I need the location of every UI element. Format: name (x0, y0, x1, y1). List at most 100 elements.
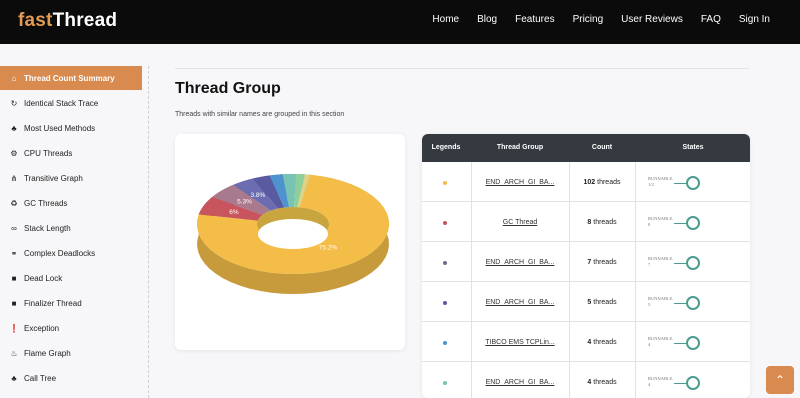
state-count: 1/2 (648, 182, 654, 187)
legend-dot (443, 261, 447, 265)
thread-count: 5 threads (570, 283, 634, 322)
state-count: 8 (648, 222, 651, 227)
page-subtitle: Threads with similar names are grouped i… (175, 111, 345, 118)
sidebar-item-most-used-methods[interactable]: ♣ Most Used Methods (0, 116, 142, 140)
table-row: GC Thread 8 threads RUNNABLE 8 (422, 203, 750, 242)
sidebar-item-identical-stack-trace[interactable]: ↻ Identical Stack Trace (0, 91, 142, 115)
sidebar-item-cpu-threads[interactable]: ⚙ CPU Threads (0, 141, 142, 165)
thread-count-unit: threads (593, 339, 617, 346)
sidebar-item-label: Flame Graph (24, 348, 71, 358)
header-states: States (682, 144, 704, 151)
table-row: END_ARCH_GI_BA... 4 threads RUNNABLE 4 (422, 363, 750, 398)
chevron-up-icon: ⌃ (774, 373, 786, 387)
sidebar-item-label: Identical Stack Trace (24, 98, 99, 108)
chart-card: 75.2% 6% 5.3% 3.8% (175, 134, 405, 350)
thread-group-link[interactable]: END_ARCH_GI_BA... (474, 163, 566, 202)
legend-dot (443, 181, 447, 185)
state-label: RUNNABLE 7 (648, 256, 673, 268)
scroll-to-top-button[interactable]: ⌃ (766, 366, 794, 394)
sidebar-item-label: Stack Length (24, 223, 71, 233)
sidebar-item-gc-threads[interactable]: ♻ GC Threads (0, 191, 142, 215)
legend-dot (443, 301, 447, 305)
nav-home[interactable]: Home (432, 14, 459, 25)
table-row: END_ARCH_GI_BA... 102 threads RUNNABLE 1/2 (422, 163, 750, 202)
sidebar-item-finalizer-thread[interactable]: ■ Finalizer Thread (0, 291, 142, 315)
sidebar: ⌂ Thread Count Summary ↻ Identical Stack T… (0, 66, 142, 398)
sidebar-item-transitive-graph[interactable]: ⋔ Transitive Graph (0, 166, 142, 190)
nav-sign-in[interactable]: Sign In (739, 14, 770, 25)
table-row: END_ARCH_GI_BA... 7 threads RUNNABLE 7 (422, 243, 750, 282)
state-ring-icon[interactable] (686, 176, 700, 190)
donut-slice-label: 75.2% (319, 244, 338, 251)
thread-group-link[interactable]: END_ARCH_GI_BA... (474, 283, 566, 322)
state-ring-icon[interactable] (686, 216, 700, 230)
content-divider (175, 68, 749, 69)
state-label: RUNNABLE 4 (648, 376, 673, 388)
sidebar-item-label: Exception (24, 323, 60, 333)
refresh-icon: ↻ (10, 98, 18, 108)
thread-count-value: 102 (583, 179, 596, 186)
state-count: 4 (648, 342, 651, 347)
header-thread-group: Thread Group (496, 144, 544, 151)
page-title: Thread Group (175, 80, 281, 97)
thread-group-link[interactable]: END_ARCH_GI_BA... (474, 363, 566, 398)
graph-icon: ⋔ (10, 173, 18, 183)
link-icon: ∞ (11, 223, 17, 233)
top-navbar: fastThread Home Blog Features Pricing Us… (0, 0, 800, 44)
table-row: TIBCO EMS TCPLin... 4 threads RUNNABLE 4 (422, 323, 750, 362)
fire-icon: ♨ (10, 348, 18, 358)
chain-icon: ⚭ (10, 248, 18, 258)
state-ring-icon[interactable] (686, 336, 700, 350)
sidebar-item-dead-lock[interactable]: ■ Dead Lock (0, 266, 142, 290)
state-name: RUNNABLE (648, 296, 673, 301)
state-ring-icon[interactable] (686, 296, 700, 310)
thread-count: 4 threads (570, 363, 634, 398)
legend-dot (443, 221, 447, 225)
thread-count-value: 4 (587, 339, 592, 346)
sidebar-item-label: Finalizer Thread (24, 298, 82, 308)
thread-group-link[interactable]: END_ARCH_GI_BA... (474, 243, 566, 282)
home-icon: ⌂ (11, 73, 17, 83)
donut-chart: 75.2% 6% 5.3%3.8% (197, 174, 389, 294)
thread-count-unit: threads (597, 179, 621, 186)
donut-hole (258, 219, 328, 249)
header-legends: Legends (431, 144, 461, 151)
square-icon: ■ (11, 298, 17, 308)
state-name: RUNNABLE (648, 336, 673, 341)
thread-count-unit: threads (593, 299, 617, 306)
recycle-icon: ♻ (10, 198, 18, 208)
state-ring-icon[interactable] (686, 256, 700, 270)
nav-pricing[interactable]: Pricing (573, 14, 604, 25)
header-count: Count (591, 144, 613, 151)
exclamation-icon: ❗ (9, 323, 19, 333)
sidebar-item-label: GC Threads (24, 198, 68, 208)
thread-count-unit: threads (593, 219, 617, 226)
sidebar-item-call-tree[interactable]: ♣ Call Tree (0, 366, 142, 390)
nav-user-reviews[interactable]: User Reviews (621, 14, 683, 25)
sidebar-item-complex-deadlocks[interactable]: ⚭ Complex Deadlocks (0, 241, 142, 265)
table-header: Legends Thread Group Count States (422, 134, 750, 162)
sidebar-item-exception[interactable]: ❗ Exception (0, 316, 142, 340)
cogs-icon: ⚙ (10, 148, 18, 158)
thread-group-link[interactable]: GC Thread (474, 203, 566, 242)
nav-faq[interactable]: FAQ (701, 14, 721, 25)
brand-logo-part2: Thread (52, 10, 118, 31)
thread-group-table: Legends Thread Group Count States END_AR… (422, 134, 750, 398)
sidebar-item-flame-graph[interactable]: ♨ Flame Graph (0, 341, 142, 365)
state-count: 7 (648, 262, 651, 267)
nav-blog[interactable]: Blog (477, 14, 497, 25)
thread-group-link[interactable]: TIBCO EMS TCPLin... (474, 323, 566, 362)
thread-count-unit: threads (593, 259, 617, 266)
sidebar-item-stack-length[interactable]: ∞ Stack Length (0, 216, 142, 240)
sidebar-item-thread-count-summary[interactable]: ⌂ Thread Count Summary (0, 66, 142, 90)
tree-icon: ♣ (11, 373, 17, 383)
state-count: 4 (648, 382, 651, 387)
brand-logo[interactable]: fastThread (18, 10, 117, 32)
nav-features[interactable]: Features (515, 14, 554, 25)
donut-slice-label: 6% (229, 209, 239, 216)
state-ring-icon[interactable] (686, 376, 700, 390)
thread-count-value: 7 (587, 259, 592, 266)
sidebar-item-label: Dead Lock (24, 273, 63, 283)
main-nav: Home Blog Features Pricing User Reviews … (432, 14, 770, 25)
legend-dot (443, 341, 447, 345)
